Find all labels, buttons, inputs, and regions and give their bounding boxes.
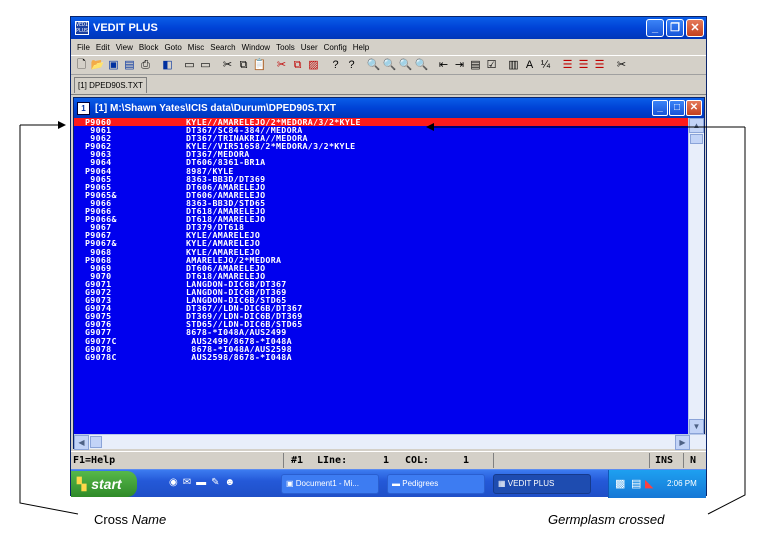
right-arrowhead-icon <box>426 123 434 131</box>
cross-label-word: Cross <box>94 512 132 527</box>
germplasm-crossed-label: Germplasm crossed <box>548 512 665 527</box>
name-label-word: Name <box>131 512 167 527</box>
cross-name-label: Cross Name <box>94 512 166 527</box>
left-arrowhead-icon <box>58 121 66 129</box>
annotation-arrows <box>19 121 746 515</box>
left-callout-line <box>19 125 79 515</box>
cross-label-text: Cross Name <box>94 512 166 527</box>
figure: VEDIT PLUS VEDIT PLUS _ ❐ ✕ File Edit Vi… <box>0 0 759 539</box>
right-callout-line <box>707 127 746 515</box>
